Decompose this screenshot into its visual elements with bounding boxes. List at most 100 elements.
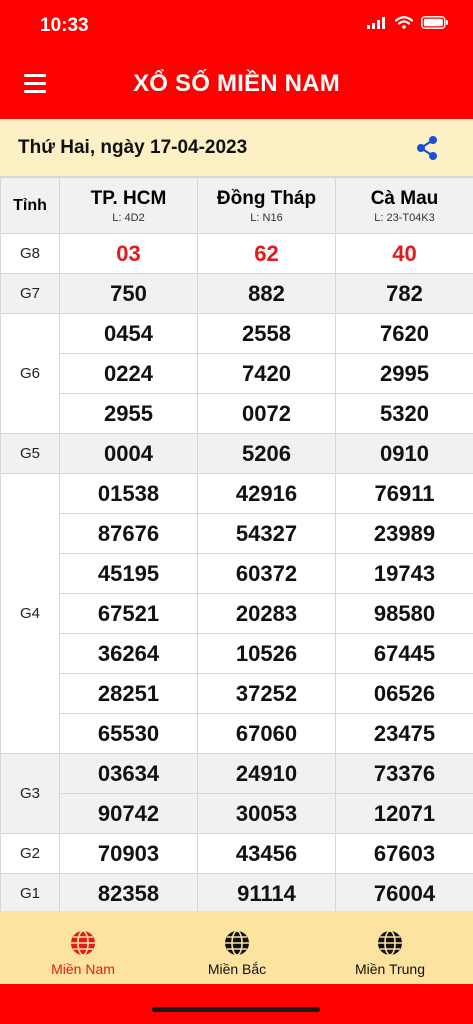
prize-number: 12071	[335, 793, 473, 834]
table-row: G7 750 882 782	[0, 273, 473, 314]
prize-number: 90742	[59, 793, 198, 834]
prize-number: 0072	[197, 393, 336, 434]
prize-number: 2955	[59, 393, 198, 434]
prize-number: 73376	[335, 753, 473, 794]
tab-mien-nam[interactable]: Miền Nam	[4, 911, 162, 984]
table-row: G1 82358 91114 76004	[0, 873, 473, 914]
results-body: G8 03 62 40 G7 750 882 782 G6 0454 2558 7620 0224 742…	[0, 233, 473, 914]
globe-icon	[71, 930, 95, 956]
prize-label: G7	[0, 273, 60, 314]
table-row: 2955 0072 5320	[1, 393, 473, 434]
prize-number: 06526	[335, 673, 473, 714]
prize-number: 882	[197, 273, 336, 314]
prize-label: G4	[0, 473, 60, 754]
prize-number: 28251	[59, 673, 198, 714]
prize-number: 2558	[197, 313, 336, 354]
prize-label: G5	[0, 433, 60, 474]
prize-number: 67445	[335, 633, 473, 674]
prize-number: 7420	[197, 353, 336, 394]
globe-icon	[378, 930, 402, 956]
tab-mien-trung[interactable]: Miền Trung	[311, 911, 469, 984]
prize-number: 45195	[59, 553, 198, 594]
prize-number: 23989	[335, 513, 473, 554]
signal-icon	[367, 16, 385, 29]
prize-number: 5206	[197, 433, 336, 474]
top-bar: 10:33 XỔ SỐ MIỀN NAM	[0, 0, 473, 119]
prize-number: 5320	[335, 393, 473, 434]
table-row: G5 0004 5206 0910	[0, 433, 473, 474]
prize-number: 36264	[59, 633, 198, 674]
bottom-bar	[0, 984, 473, 1024]
prize-number: 37252	[197, 673, 336, 714]
prize-number: 67603	[335, 833, 473, 874]
prize-number: 03634	[59, 753, 198, 794]
tab-mien-bac[interactable]: Miền Bắc	[158, 911, 316, 984]
prize-number: 7620	[335, 313, 473, 354]
prize-label: G1	[0, 873, 60, 914]
prize-number: 76911	[335, 473, 473, 514]
prize-number: 67521	[59, 593, 198, 634]
prize-number: 0224	[59, 353, 198, 394]
prize-number: 43456	[197, 833, 336, 874]
prize-number: 2995	[335, 353, 473, 394]
prize-number: 20283	[197, 593, 336, 634]
results-table: Tỉnh TP. HCM L: 4D2 Đồng Tháp L: N16 Cà Ma…	[0, 177, 473, 914]
tab-bar: Miền Nam Miền Bắc Miền Trung	[0, 911, 473, 984]
prize-number: 67060	[197, 713, 336, 754]
page-title: XỔ SỐ MIỀN NAM	[133, 70, 340, 97]
prize-number: 70903	[59, 833, 198, 874]
prize-label: G2	[0, 833, 60, 874]
prize-number: 76004	[335, 873, 473, 914]
prize-number: 30053	[197, 793, 336, 834]
prize-number: 40	[335, 233, 473, 274]
draw-date: Thứ Hai, ngày 17-04-2023	[18, 137, 248, 158]
prize-number: 91114	[197, 873, 336, 914]
share-icon[interactable]	[415, 135, 439, 161]
table-header-row: Tỉnh TP. HCM L: 4D2 Đồng Tháp L: N16 Cà Ma…	[0, 177, 473, 234]
wifi-icon	[395, 16, 413, 29]
table-row: G4 01538 42916 76911	[0, 473, 473, 754]
province-header: Cà Mau L: 23-T04K3	[335, 177, 473, 234]
prize-number: 782	[335, 273, 473, 314]
prize-number: 42916	[197, 473, 336, 514]
table-row: 45195 60372 19743	[1, 553, 473, 594]
prize-number: 60372	[197, 553, 336, 594]
status-time: 10:33	[40, 15, 89, 36]
prize-number: 54327	[197, 513, 336, 554]
prize-number: 01538	[59, 473, 198, 514]
prize-number: 0454	[59, 313, 198, 354]
prize-number: 19743	[335, 553, 473, 594]
prize-number: 65530	[59, 713, 198, 754]
table-row: G6 0454 2558 7620	[0, 313, 473, 434]
prize-number: 10526	[197, 633, 336, 674]
prize-number: 03	[59, 233, 198, 274]
globe-icon	[225, 930, 249, 956]
table-row: 0224 7420 2995	[1, 353, 473, 394]
table-row: 67521 20283 98580	[1, 593, 473, 634]
prize-number: 62	[197, 233, 336, 274]
table-row: G2 70903 43456 67603	[0, 833, 473, 874]
table-row: 36264 10526 67445	[1, 633, 473, 674]
table-row: G8 03 62 40	[0, 233, 473, 274]
prize-number: 23475	[335, 713, 473, 754]
prize-number: 87676	[59, 513, 198, 554]
prize-number: 0004	[59, 433, 198, 474]
table-row: 87676 54327 23989	[1, 513, 473, 554]
tab-label: Miền Nam	[51, 961, 115, 977]
prize-label: G6	[0, 313, 60, 434]
prize-number: 24910	[197, 753, 336, 794]
tab-label: Miền Trung	[354, 961, 426, 977]
tab-label: Miền Bắc	[207, 961, 267, 977]
table-row: 28251 37252 06526	[1, 673, 473, 714]
province-header: Đồng Tháp L: N16	[197, 177, 336, 234]
prize-number: 750	[59, 273, 198, 314]
table-row: 65530 67060 23475	[1, 713, 473, 754]
prize-label: G8	[0, 233, 60, 274]
prize-number: 82358	[59, 873, 198, 914]
prize-label: G3	[0, 753, 60, 834]
prize-number: 0910	[335, 433, 473, 474]
table-row: G3 03634 24910 73376	[0, 753, 473, 834]
prize-number: 98580	[335, 593, 473, 634]
home-indicator	[152, 1007, 320, 1012]
status-icons	[367, 16, 449, 29]
